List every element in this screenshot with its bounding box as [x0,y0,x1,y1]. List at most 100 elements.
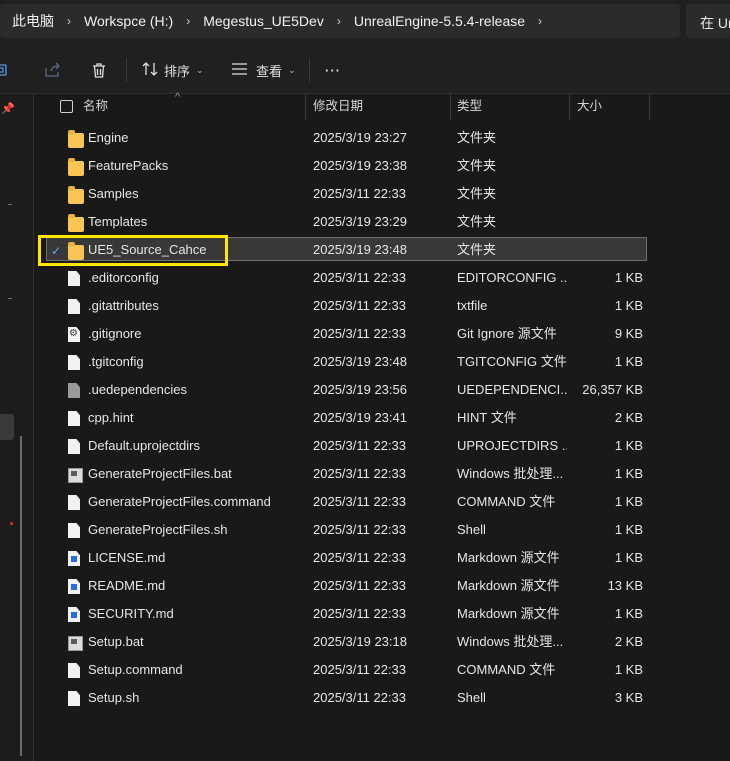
file-type: Markdown 源文件 [457,578,560,593]
file-size: 1 KB [614,550,643,565]
breadcrumb-item-this-pc[interactable]: 此电脑 [12,11,54,31]
pin-icon[interactable]: 📌 [1,102,15,115]
list-item[interactable]: .gitattributes 2025/3/11 22:33 txtfile 1… [34,292,730,320]
file-size: 26,357 KB [582,382,643,397]
chevron-right-icon[interactable]: › [525,14,555,28]
file-date: 2025/3/19 23:56 [313,382,407,397]
list-item[interactable]: SECURITY.md 2025/3/11 22:33 Markdown 源文件… [34,600,730,628]
file-date: 2025/3/19 23:48 [313,354,407,369]
file-name: Samples [88,186,139,201]
file-name: README.md [88,578,166,593]
file-size: 1 KB [614,298,643,313]
file-name: .gitignore [88,326,142,341]
breadcrumb-item-project[interactable]: Megestus_UE5Dev [203,13,324,29]
list-item[interactable]: Setup.command 2025/3/11 22:33 COMMAND 文件… [34,656,730,684]
file-type: UPROJECTDIRS ... [457,438,567,453]
file-date: 2025/3/11 22:33 [313,550,407,565]
breadcrumb-item-drive[interactable]: Workspce (H:) [84,13,173,29]
file-icon [68,355,80,370]
column-divider[interactable] [450,94,451,120]
batch-file-icon [68,468,83,483]
file-name: Engine [88,130,129,145]
file-size: 1 KB [614,494,643,509]
column-divider[interactable] [649,94,650,120]
sort-button[interactable]: 排序 ⌄ [142,57,204,83]
file-name: .uedependencies [88,382,188,397]
file-name: Default.uprojectdirs [88,438,200,453]
chevron-right-icon[interactable]: › [324,14,354,28]
file-type: Git Ignore 源文件 [457,326,557,341]
list-item[interactable]: LICENSE.md 2025/3/11 22:33 Markdown 源文件 … [34,544,730,572]
breadcrumb-item-current-folder[interactable]: UnrealEngine-5.5.4-release [354,13,525,29]
file-type: Markdown 源文件 [457,606,560,621]
breadcrumb[interactable]: 此电脑 › Workspce (H:) › Megestus_UE5Dev › … [0,4,680,38]
list-item[interactable]: .gitignore 2025/3/11 22:33 Git Ignore 源文… [34,320,730,348]
list-item[interactable]: GenerateProjectFiles.bat 2025/3/11 22:33… [34,460,730,488]
list-item[interactable]: Default.uprojectdirs 2025/3/11 22:33 UPR… [34,432,730,460]
file-date: 2025/3/11 22:33 [313,298,407,313]
column-divider[interactable] [305,94,306,120]
list-item-selected[interactable]: ✓ UE5_Source_Cahce 2025/3/19 23:48 文件夹 [46,237,647,261]
list-item[interactable]: .editorconfig 2025/3/11 22:33 EDITORCONF… [34,264,730,292]
list-item[interactable]: Samples 2025/3/11 22:33 文件夹 [34,180,730,208]
markdown-file-icon [68,551,80,566]
view-button[interactable]: 查看 ⌄ [231,57,296,83]
nav-scrollbar[interactable] [20,436,22,756]
file-date: 2025/3/11 22:33 [313,438,407,453]
batch-file-icon [68,636,83,651]
nav-selected-item[interactable] [0,414,14,440]
more-options-button[interactable]: ··· [325,57,341,83]
column-header-date[interactable]: 修改日期 [313,94,449,122]
file-type: Shell [457,690,486,705]
file-type: 文件夹 [457,214,497,229]
list-item[interactable]: GenerateProjectFiles.command 2025/3/11 2… [34,488,730,516]
checkmark-icon[interactable]: ✓ [51,244,65,258]
delete-icon[interactable] [91,57,107,83]
column-header-size[interactable]: 大小 [577,94,647,122]
navigation-pane[interactable]: 📌 [0,94,34,761]
file-date: 2025/3/11 22:33 [313,606,407,621]
file-type: UEDEPENDENCI... [457,382,567,397]
chevron-right-icon[interactable]: › [54,14,84,28]
list-item[interactable]: README.md 2025/3/11 22:33 Markdown 源文件 1… [34,572,730,600]
file-date: 2025/3/19 23:41 [313,410,407,425]
select-all-checkbox[interactable] [60,100,73,113]
chevron-right-icon[interactable]: › [173,14,203,28]
file-date: 2025/3/11 22:33 [313,662,407,677]
nav-divider [8,298,12,299]
file-name: cpp.hint [88,410,134,425]
list-item[interactable]: .uedependencies 2025/3/19 23:56 UEDEPEND… [34,376,730,404]
view-label: 查看 [256,63,283,79]
copy-path-icon[interactable] [0,57,10,83]
file-type: Windows 批处理... [457,466,564,481]
file-size: 1 KB [614,606,643,621]
column-header-name[interactable]: 名称 [83,94,303,122]
file-size: 2 KB [614,410,643,425]
file-size: 1 KB [614,438,643,453]
column-divider[interactable] [569,94,570,120]
list-item[interactable]: Setup.sh 2025/3/11 22:33 Shell 3 KB [34,684,730,712]
file-icon [68,439,80,454]
list-item[interactable]: .tgitconfig 2025/3/19 23:48 TGITCONFIG 文… [34,348,730,376]
file-size: 3 KB [614,690,643,705]
share-icon[interactable] [44,57,61,83]
list-item[interactable]: Templates 2025/3/19 23:29 文件夹 [34,208,730,236]
file-size: 9 KB [614,326,643,341]
column-headers: ^ 名称 修改日期 类型 大小 [34,91,730,122]
file-size [568,124,643,152]
list-item[interactable]: GenerateProjectFiles.sh 2025/3/11 22:33 … [34,516,730,544]
list-item[interactable]: FeaturePacks 2025/3/19 23:38 文件夹 [34,152,730,180]
folder-icon [68,214,84,232]
list-item[interactable]: Setup.bat 2025/3/19 23:18 Windows 批处理...… [34,628,730,656]
file-type: EDITORCONFIG ... [457,270,567,285]
list-item[interactable]: Engine 2025/3/19 23:27 文件夹 [34,124,730,152]
file-name: GenerateProjectFiles.command [88,494,271,509]
chevron-down-icon: ⌄ [196,64,204,75]
column-header-type[interactable]: 类型 [457,94,567,122]
list-item[interactable]: cpp.hint 2025/3/19 23:41 HINT 文件 2 KB [34,404,730,432]
file-size: 1 KB [614,662,643,677]
folder-icon [68,130,84,148]
toolbar-divider [309,58,310,82]
file-date: 2025/3/11 22:33 [313,578,407,593]
search-input[interactable]: 在 Ur [686,4,730,38]
